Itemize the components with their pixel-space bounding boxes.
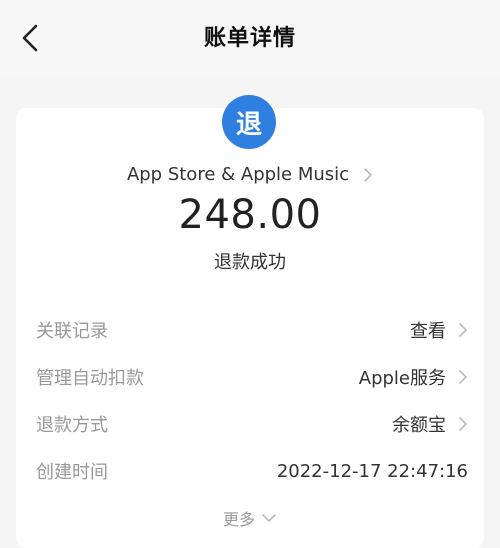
detail-row-refund-method[interactable]: 退款方式 余额宝 <box>36 409 468 439</box>
row-value: 查看 <box>410 321 446 342</box>
row-label: 关联记录 <box>36 321 108 342</box>
merchant-link[interactable]: App Store & Apple Music <box>0 164 500 185</box>
status-text: 退款成功 <box>214 252 286 273</box>
chevron-right-icon <box>458 416 468 432</box>
row-label: 退款方式 <box>36 415 108 436</box>
more-label: 更多 <box>222 510 255 529</box>
top-nav-bar: 账单详情 <box>0 0 500 75</box>
row-label: 创建时间 <box>36 462 108 483</box>
chevron-down-icon <box>261 513 277 523</box>
amount-value: 248.00 <box>178 192 322 238</box>
row-label: 管理自动扣款 <box>36 368 144 389</box>
chevron-right-icon <box>458 322 468 338</box>
row-value: Apple服务 <box>358 368 446 389</box>
page-title: 账单详情 <box>203 26 296 51</box>
more-button[interactable]: 更多 <box>0 506 500 530</box>
row-value: 2022-12-17 22:47:16 <box>276 460 468 482</box>
detail-row-related-record[interactable]: 关联记录 查看 <box>36 315 468 345</box>
detail-row-auto-deduct[interactable]: 管理自动扣款 Apple服务 <box>36 362 468 392</box>
row-value: 余额宝 <box>392 415 446 436</box>
refund-badge-icon: 退 <box>222 95 276 149</box>
chevron-right-icon <box>363 167 373 183</box>
merchant-name: App Store & Apple Music <box>126 164 350 185</box>
detail-row-created-time: 创建时间 2022-12-17 22:47:16 <box>36 456 468 486</box>
chevron-right-icon <box>458 369 468 385</box>
